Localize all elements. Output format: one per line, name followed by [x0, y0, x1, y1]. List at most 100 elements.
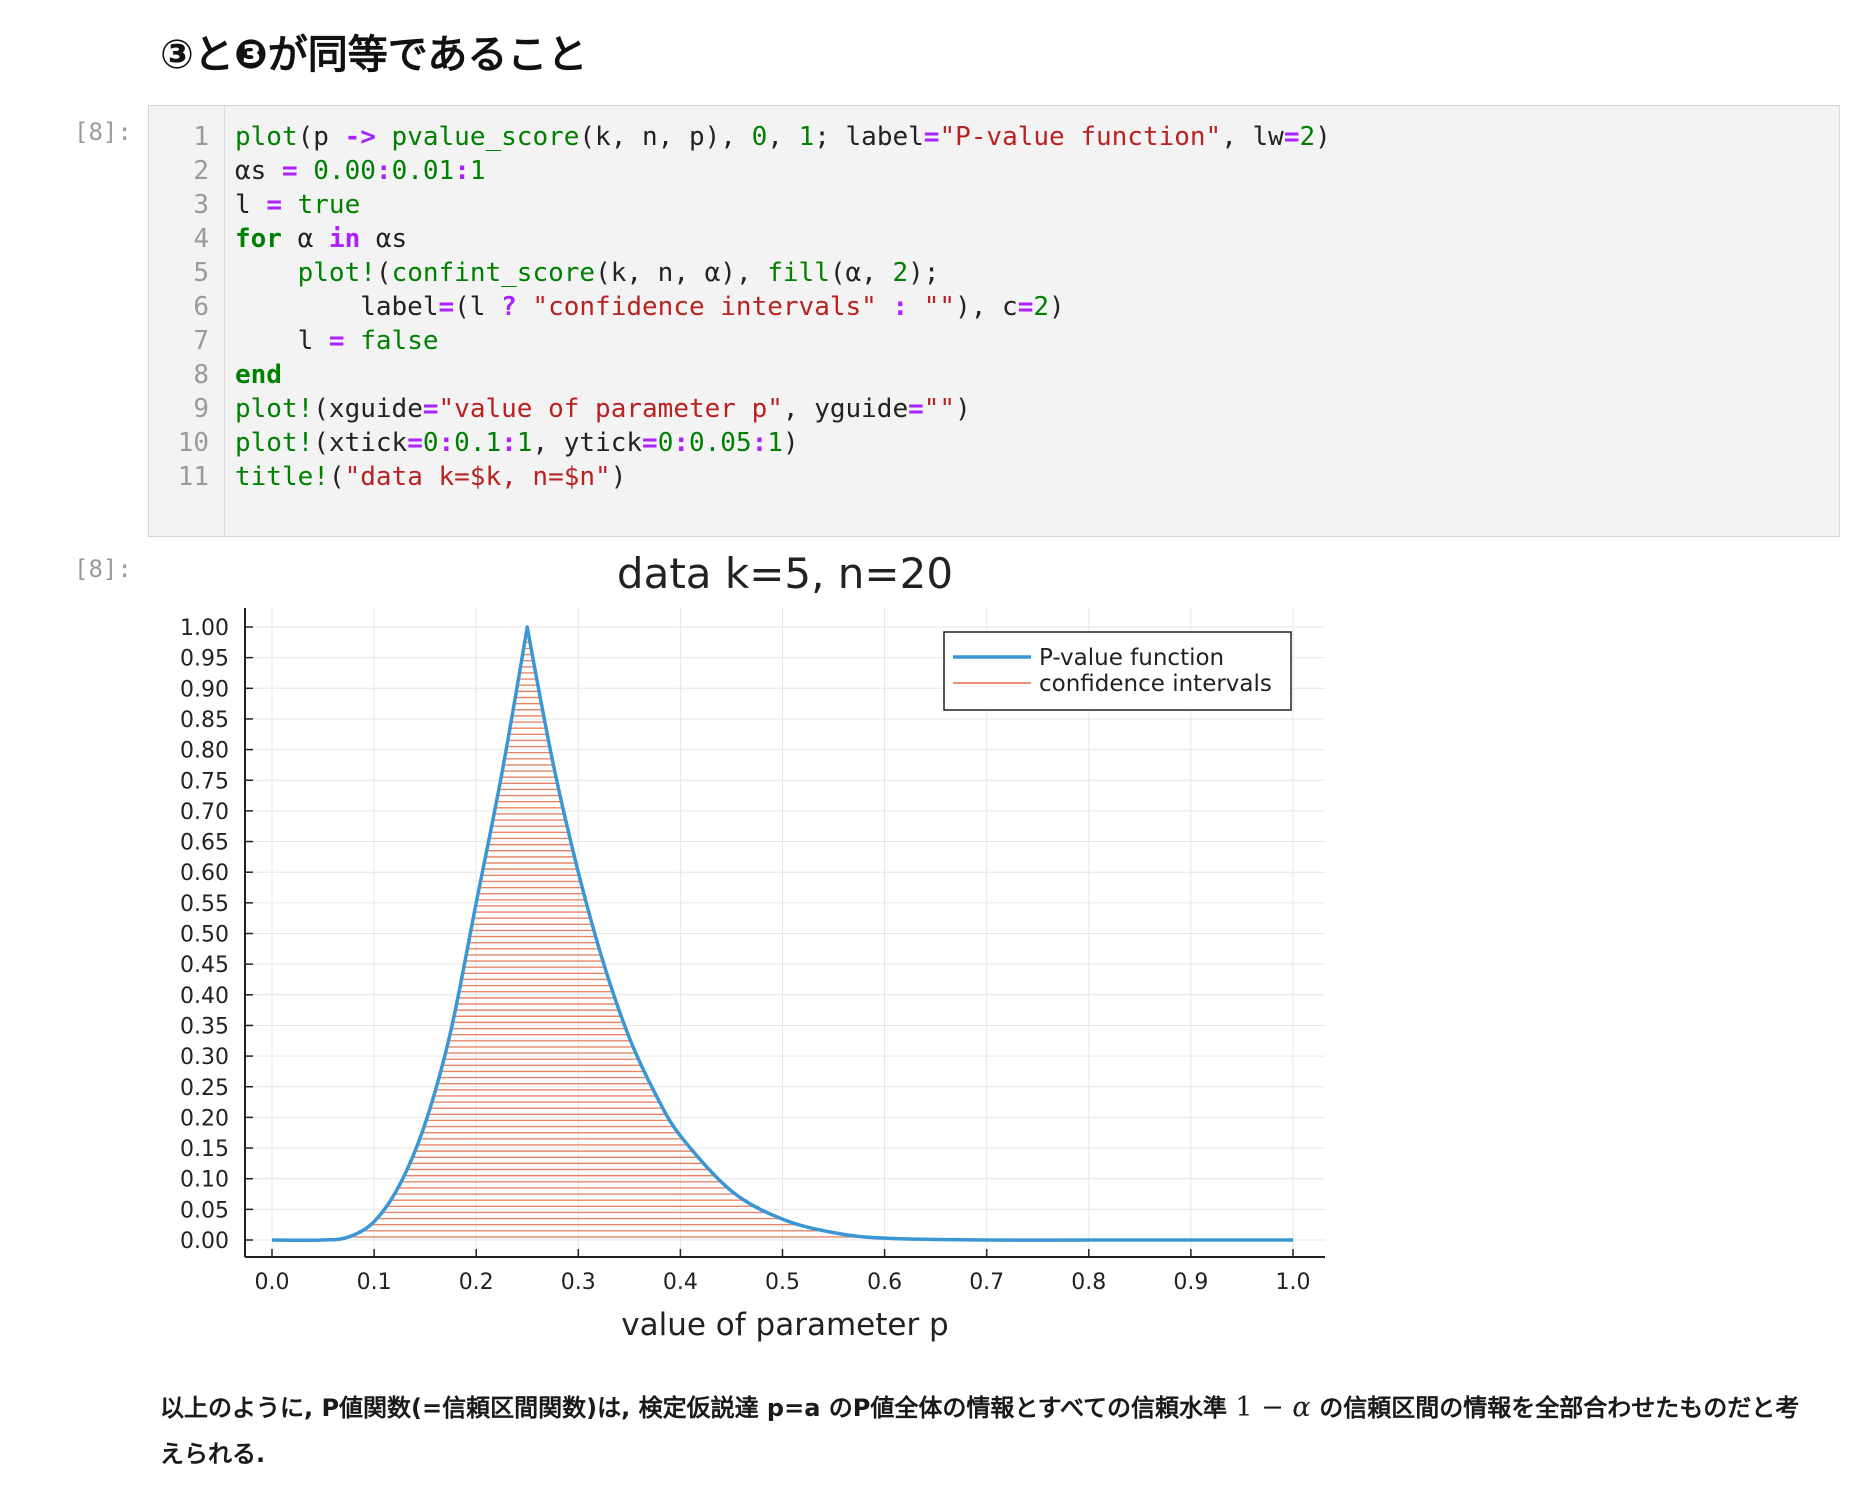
- y-tick-label: 0.65: [180, 831, 229, 856]
- y-tick-label: 0.35: [180, 1014, 229, 1039]
- legend-label-confidence: confidence intervals: [1039, 671, 1272, 697]
- code-token: (xguide: [313, 394, 423, 424]
- legend: P-value function confidence intervals: [943, 631, 1292, 711]
- y-tick-label: 0.95: [180, 647, 229, 672]
- code-token: (α,: [829, 258, 893, 288]
- plot-output: data k=5, n=20 0.000.050.100.150.200.250…: [180, 549, 1325, 1343]
- x-axis-label: value of parameter p: [621, 1307, 948, 1343]
- code-token: plot: [235, 122, 298, 152]
- code-token: (: [375, 258, 392, 288]
- code-token: "": [908, 292, 956, 322]
- line-number: 10: [177, 428, 209, 458]
- code-text: end: [235, 358, 282, 392]
- code-token: ): [1315, 122, 1331, 152]
- code-token: true: [281, 190, 361, 220]
- code-token: (: [328, 462, 345, 492]
- code-text: αs = 0.00:0.01:1: [235, 154, 486, 188]
- line-number: 9: [193, 394, 209, 424]
- line-number: 1: [193, 122, 209, 152]
- code-token: , lw: [1221, 122, 1284, 152]
- code-token: 0.00: [297, 156, 376, 186]
- code-token: 1: [516, 428, 533, 458]
- y-tick-label: 0.10: [180, 1168, 229, 1193]
- code-token: =: [1017, 292, 1034, 322]
- code-token: 0: [751, 122, 768, 152]
- paragraph-text-before: 以上のように, P値関数(=信頼区間関数)は, 検定仮説達 p=a のP値全体の…: [160, 1394, 1228, 1422]
- code-token: =: [281, 156, 298, 186]
- math-minus: −: [1261, 1392, 1284, 1423]
- code-token: label: [235, 292, 439, 322]
- code-token: :: [876, 292, 909, 322]
- code-token: :: [375, 156, 392, 186]
- code-token: ): [782, 428, 799, 458]
- code-cell[interactable]: 1 plot(p -> pvalue_score(k, n, p), 0, 1; …: [148, 105, 1840, 537]
- y-tick-label: 0.40: [180, 984, 229, 1009]
- code-token: =: [266, 190, 282, 220]
- code-token: =: [923, 122, 940, 152]
- code-token: title!: [235, 462, 329, 492]
- code-token: ): [955, 394, 971, 424]
- x-tick-label: 0.2: [459, 1270, 494, 1295]
- code-text: plot!(xtick=0:0.1:1, ytick=0:0.05:1): [235, 426, 799, 460]
- code-token: , ytick: [532, 428, 643, 458]
- y-tick-label: 0.25: [180, 1076, 229, 1101]
- code-token: :: [673, 428, 689, 458]
- code-token: plot!: [297, 258, 376, 288]
- code-token: 1: [798, 122, 815, 152]
- code-token: 0: [422, 428, 439, 458]
- explanation-paragraph: 以上のように, P値関数(=信頼区間関数)は, 検定仮説達 p=a のP値全体の…: [160, 1385, 1820, 1477]
- code-token: "": [923, 394, 956, 424]
- code-token: =: [328, 326, 345, 356]
- code-token: :: [501, 428, 517, 458]
- line-number: 3: [193, 190, 209, 220]
- code-token: in: [328, 224, 361, 254]
- code-token: (p: [297, 122, 345, 152]
- x-tick-label: 0.9: [1173, 1270, 1208, 1295]
- x-tick-label: 0.5: [765, 1270, 800, 1295]
- code-token: pvalue_score: [375, 122, 580, 152]
- line-number: 8: [193, 360, 209, 390]
- y-tick-labels: 0.00 0.05 0.10 0.15 0.20 0.25 0.30 0.35 0.40 0.45…: [180, 616, 229, 1254]
- code-token: "data k=$k, n=$n": [344, 462, 611, 492]
- y-tick-label: 0.75: [180, 769, 229, 794]
- code-text: for α in αs: [235, 222, 407, 256]
- code-token: 0.05: [689, 428, 752, 458]
- code-token: ): [610, 462, 627, 492]
- code-token: 0.1: [454, 428, 502, 458]
- code-token: :: [751, 428, 768, 458]
- code-token: 1: [469, 156, 486, 186]
- code-token: l: [235, 326, 329, 356]
- code-token: "value of parameter p": [438, 394, 783, 424]
- x-tick-label: 0.8: [1071, 1270, 1106, 1295]
- y-tick-label: 0.20: [180, 1106, 229, 1131]
- code-token: ,: [767, 122, 799, 152]
- code-token: =: [407, 428, 423, 458]
- code-token: false: [344, 326, 439, 356]
- line-number: 7: [193, 326, 209, 356]
- code-token: end: [235, 360, 282, 390]
- line-number: 11: [177, 462, 209, 492]
- x-tick-label: 0.6: [867, 1270, 902, 1295]
- code-text: label=(l ? "confidence intervals" : ""),…: [235, 290, 1064, 324]
- math-expression: 1 − α: [1235, 1392, 1319, 1423]
- y-tick-label: 0.50: [180, 923, 229, 948]
- code-token: 2: [892, 258, 909, 288]
- y-tick-label: 0.00: [180, 1229, 229, 1254]
- y-tick-label: 0.15: [180, 1137, 229, 1162]
- code-token: =: [422, 394, 439, 424]
- y-tick-label: 0.85: [180, 708, 229, 733]
- code-token: plot!: [235, 394, 314, 424]
- x-tick-label: 0.3: [561, 1270, 596, 1295]
- code-token: (k, n, p),: [579, 122, 752, 152]
- code-token: α: [281, 224, 329, 254]
- code-token: fill: [767, 258, 830, 288]
- y-tick-label: 0.90: [180, 677, 229, 702]
- code-text: plot(p -> pvalue_score(k, n, p), 0, 1; l…: [235, 120, 1331, 154]
- y-tick-label: 1.00: [180, 616, 229, 641]
- y-tick-label: 0.80: [180, 739, 229, 764]
- code-token: , yguide: [782, 394, 909, 424]
- line-number: 2: [193, 156, 209, 186]
- code-token: (k, n, α),: [595, 258, 768, 288]
- line-number: 5: [193, 258, 209, 288]
- line-number: 6: [193, 292, 209, 322]
